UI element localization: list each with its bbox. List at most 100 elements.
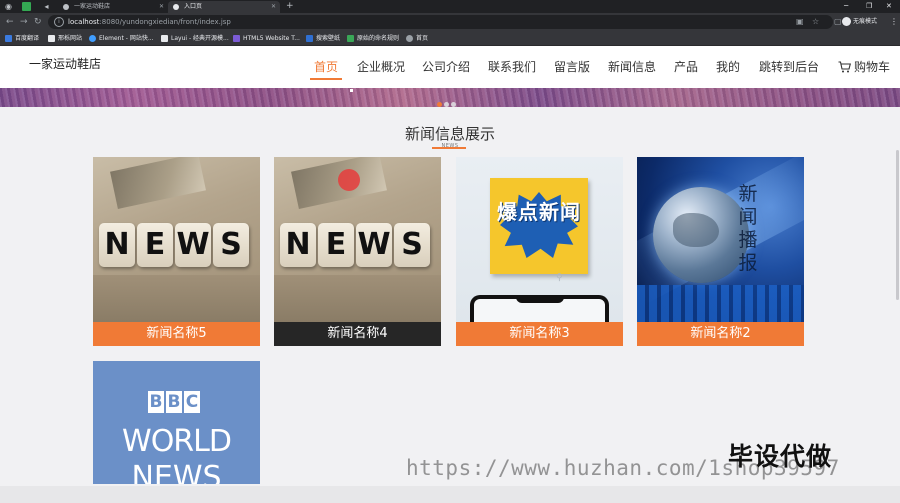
bbc-letter: B <box>166 391 182 413</box>
news-card[interactable]: 爆点新闻 ⚲ 新闻名称3 <box>456 157 623 346</box>
nav-contact-us[interactable]: 联系我们 <box>488 59 536 75</box>
news-card-image: NEWS <box>274 157 441 322</box>
phone-notch <box>516 295 564 303</box>
hero-banner[interactable] <box>0 88 900 107</box>
carousel-dots <box>437 92 458 107</box>
news-dice: NEWS <box>99 223 251 267</box>
banknote-decoration <box>110 157 206 209</box>
bookmark-item[interactable]: 搜索壁纸 <box>306 33 340 44</box>
bookmark-star-icon[interactable]: ☆ <box>812 17 819 27</box>
close-window-icon[interactable]: ✕ <box>886 0 892 13</box>
site-logo[interactable]: 一家运动鞋店 <box>29 55 101 72</box>
browser-toolbar: ← → ↻ i localhost:8080/yundongxiedian/fr… <box>0 13 900 31</box>
tab-favicon-icon <box>173 4 179 10</box>
translate-icon[interactable]: ▣ <box>796 17 804 27</box>
news-dice: NEWS <box>280 223 432 267</box>
kebab-menu-icon[interactable]: ⋮ <box>890 16 898 28</box>
die-letter: E <box>318 223 354 267</box>
news-card-image: 爆点新闻 ⚲ <box>456 157 623 322</box>
die-letter: W <box>356 223 392 267</box>
light-bars <box>637 285 804 322</box>
tab-title: 一家运动鞋店 <box>74 3 111 10</box>
cursor-click-indicator <box>338 169 360 191</box>
bbc-letter: C <box>184 391 200 413</box>
address-url[interactable]: localhost:8080/yundongxiedian/front/inde… <box>68 15 231 29</box>
bbc-logo: BBC <box>148 391 202 413</box>
tab-entry[interactable]: 入口页 ✕ <box>168 1 280 13</box>
nav-mine[interactable]: 我的 <box>716 59 740 75</box>
nav-company-overview[interactable]: 企业概况 <box>357 59 405 75</box>
die-letter: N <box>99 223 135 267</box>
extensions-icon[interactable]: ▢ <box>834 17 842 26</box>
tab-close-icon[interactable]: ✕ <box>159 1 164 13</box>
banner-marker <box>350 89 353 92</box>
nav-products[interactable]: 产品 <box>674 59 698 75</box>
table-surface <box>274 275 441 322</box>
tab-close-icon[interactable]: ✕ <box>271 1 276 13</box>
reload-icon[interactable]: ↻ <box>34 16 42 28</box>
link-icon: ⚲ <box>556 273 563 283</box>
site-header: 一家运动鞋店 首页 企业概况 公司介绍 联系我们 留言版 新闻信息 产品 我的 … <box>0 46 900 88</box>
die-letter: E <box>137 223 173 267</box>
bookmark-item[interactable]: 首页 <box>406 33 428 44</box>
die-letter: S <box>213 223 249 267</box>
bookmark-item[interactable]: Layui - 经典开源模... <box>161 33 229 44</box>
bookmark-item[interactable]: HTML5 Website T... <box>233 33 300 44</box>
bookmark-item[interactable]: 原始的命名规则 <box>347 33 399 44</box>
tab-group-icon[interactable] <box>22 2 31 11</box>
new-tab-icon[interactable]: + <box>286 0 294 13</box>
bookmark-favicon-icon <box>161 35 168 42</box>
tab-shop[interactable]: 一家运动鞋店 ✕ <box>58 1 168 13</box>
tab-title: 入口页 <box>184 3 203 10</box>
nav-news[interactable]: 新闻信息 <box>608 59 656 75</box>
news-card-caption[interactable]: 新闻名称3 <box>456 322 623 346</box>
news-card-image: 新闻播报 <box>637 157 804 322</box>
address-bar[interactable]: i localhost:8080/yundongxiedian/front/in… <box>48 15 833 29</box>
minimize-icon[interactable]: ─ <box>844 0 848 13</box>
incognito-icon <box>842 17 851 26</box>
tab-favicon-icon <box>63 4 69 10</box>
bookmark-favicon-icon <box>48 35 55 42</box>
site-info-icon[interactable]: i <box>54 17 64 27</box>
news-card[interactable]: NEWS 新闻名称5 <box>93 157 260 346</box>
mute-icon[interactable]: ◂ <box>42 2 51 11</box>
bbc-world-text: WORLD <box>122 424 232 459</box>
section-subtitle: NEWS <box>441 143 459 149</box>
die-letter: S <box>394 223 430 267</box>
news-card-caption[interactable]: 新闻名称4 <box>274 322 441 346</box>
carousel-dot[interactable] <box>451 102 456 107</box>
bookmark-favicon-icon <box>406 35 413 42</box>
bbc-letter: B <box>148 391 164 413</box>
news-card-caption[interactable]: 新闻名称5 <box>93 322 260 346</box>
bookmark-favicon-icon <box>347 35 354 42</box>
bookmark-favicon-icon <box>5 35 12 42</box>
forward-icon[interactable]: → <box>20 16 28 28</box>
baodian-poster: 爆点新闻 <box>490 178 588 274</box>
bookmark-favicon-icon <box>306 35 313 42</box>
page-bottom-bar <box>0 486 900 503</box>
nav-company-intro[interactable]: 公司介绍 <box>422 59 470 75</box>
nav-home[interactable]: 首页 <box>309 59 343 80</box>
bookmark-item[interactable]: 百度翻译 <box>5 33 39 44</box>
news-card-image: NEWS <box>93 157 260 322</box>
page-scrollbar[interactable] <box>896 150 899 300</box>
cart-icon <box>838 61 852 73</box>
bookmark-item[interactable]: Element - 网站快... <box>89 33 154 44</box>
news-card-caption[interactable]: 新闻名称2 <box>637 322 804 346</box>
nav-message-board[interactable]: 留言版 <box>554 59 590 75</box>
bookmark-favicon-icon <box>233 35 240 42</box>
carousel-dot[interactable] <box>444 102 449 107</box>
news-card[interactable]: BBC WORLD NEWS <box>93 361 260 484</box>
bookmark-item[interactable]: 邢栎网站 <box>48 33 82 44</box>
news-card[interactable]: NEWS 新闻名称4 <box>274 157 441 346</box>
browser-menu-icon[interactable]: ◉ <box>4 2 13 11</box>
nav-admin[interactable]: 跳转到后台 <box>759 59 819 75</box>
back-icon[interactable]: ← <box>6 16 14 28</box>
restore-icon[interactable]: ❐ <box>866 0 872 13</box>
news-card[interactable]: 新闻播报 新闻名称2 <box>637 157 804 346</box>
carousel-dot[interactable] <box>437 102 442 107</box>
browser-tab-strip: ◉ ◂ 一家运动鞋店 ✕ 入口页 ✕ + ─ ❐ ✕ <box>0 0 900 13</box>
bookmark-favicon-icon <box>89 35 96 42</box>
profile-button[interactable]: 无痕模式 <box>842 16 877 28</box>
cart-button[interactable]: 购物车 <box>838 59 890 75</box>
